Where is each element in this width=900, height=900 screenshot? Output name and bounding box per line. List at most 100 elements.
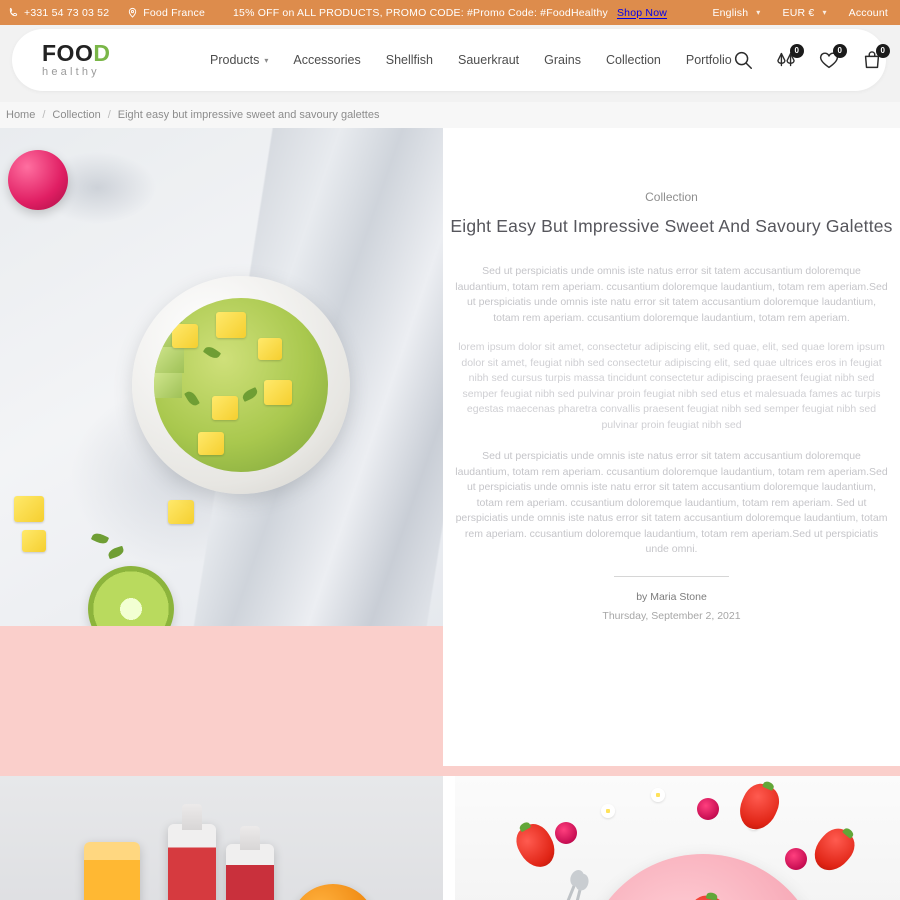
- cilantro-leaf-shape: [184, 389, 200, 408]
- pineapple-cube-shape: [172, 324, 198, 348]
- topbar-settings-group: English ▾ EUR € ▾ Account: [712, 7, 900, 19]
- nav-item-collection[interactable]: Collection: [606, 53, 661, 67]
- cilantro-leaf-shape: [90, 531, 110, 546]
- daisy-shape: [601, 804, 615, 818]
- nav-label: Products: [210, 53, 260, 67]
- daisy-shape: [651, 788, 665, 802]
- language-selector[interactable]: English ▾: [712, 7, 760, 19]
- chrysanthemum-shape: [697, 798, 719, 820]
- article-paragraph-3: Sed ut perspiciatis unde omnis iste natu…: [455, 450, 888, 555]
- topbar-location[interactable]: Food France: [127, 7, 205, 19]
- breadcrumb-item-collection[interactable]: Collection: [52, 109, 100, 121]
- site-header: FOOD healthy Products ▾ Accessories Shel…: [0, 25, 900, 102]
- nav-item-grains[interactable]: Grains: [544, 53, 581, 67]
- chevron-down-icon: ▾: [822, 8, 827, 17]
- shop-now-link[interactable]: Shop Now: [617, 7, 667, 19]
- gallery-image-smoothie[interactable]: [455, 776, 900, 900]
- gallery-image-juices[interactable]: [0, 776, 443, 900]
- chevron-down-icon: ▾: [756, 8, 761, 17]
- hero-image-canvas: [0, 128, 443, 626]
- salad-contents-shape: [154, 298, 328, 472]
- pineapple-cube-shape: [22, 530, 46, 552]
- cilantro-leaf-shape: [240, 387, 260, 402]
- top-utility-bar: +331 54 73 03 52 Food France 15% OFF on …: [0, 0, 900, 25]
- hero-row: Collection Eight Easy But Impressive Swe…: [0, 128, 900, 626]
- logo-text-accent: D: [93, 40, 111, 66]
- strawberry-shape: [733, 778, 785, 836]
- nav-label: Collection: [605, 53, 661, 67]
- chrysanthemum-shape: [785, 848, 807, 870]
- cilantro-leaf-shape: [202, 344, 222, 361]
- orange-fruit-shape: [290, 884, 376, 900]
- currency-selector[interactable]: EUR € ▾: [783, 7, 827, 19]
- juice-bottle-shape: [226, 844, 274, 900]
- lime-half-shape: [88, 566, 174, 626]
- currency-label: EUR €: [782, 6, 815, 19]
- avocado-cube-shape: [154, 373, 182, 398]
- breadcrumb-item-home[interactable]: Home: [6, 109, 35, 121]
- topbar-phone-number: +331 54 73 03 52: [24, 6, 110, 19]
- article-text-panel: Collection Eight Easy But Impressive Swe…: [443, 128, 900, 626]
- marble-bowl-shape: [132, 276, 350, 494]
- cart-count-badge: 0: [875, 44, 890, 58]
- phone-icon: [8, 7, 19, 18]
- hero-image[interactable]: [0, 128, 443, 626]
- pineapple-cube-shape: [212, 396, 238, 420]
- pineapple-cube-shape: [168, 500, 194, 524]
- logo-text-main: FOO: [42, 40, 94, 66]
- location-pin-icon: [127, 7, 138, 18]
- article-date: Thursday, September 2, 2021: [602, 609, 741, 622]
- article-author: by Maria Stone: [636, 590, 707, 603]
- article-paragraph-1: Sed ut perspiciatis unde omnis iste natu…: [455, 265, 888, 324]
- compare-button[interactable]: 0: [775, 44, 804, 71]
- wishlist-button[interactable]: 0: [818, 44, 847, 71]
- nav-item-shellfish[interactable]: Shellfish: [386, 53, 433, 67]
- avocado-cube-shape: [154, 298, 182, 323]
- header-inner-pill: FOOD healthy Products ▾ Accessories Shel…: [12, 29, 890, 91]
- site-logo[interactable]: FOOD healthy: [42, 42, 192, 78]
- nav-item-portfolio[interactable]: Portfolio: [686, 53, 732, 67]
- topbar-contact-group: +331 54 73 03 52 Food France: [0, 7, 205, 19]
- pineapple-cube-shape: [14, 496, 44, 522]
- pineapple-cube-shape: [264, 380, 292, 405]
- main-navigation: Products ▾ Accessories Shellfish Sauerkr…: [210, 53, 732, 67]
- topbar-promo-text: 15% OFF on ALL PRODUCTS, PROMO CODE: #Pr…: [232, 6, 608, 19]
- nav-label: Grains: [544, 53, 581, 67]
- pineapple-cube-shape: [258, 338, 282, 360]
- topbar-phone[interactable]: +331 54 73 03 52: [8, 7, 109, 19]
- pineapple-cube-shape: [198, 432, 224, 455]
- strawberry-shape: [806, 822, 862, 878]
- radish-shape: [8, 150, 68, 210]
- nav-label: Portfolio: [685, 53, 732, 67]
- bottle-neck-shape: [240, 826, 260, 850]
- page-title: Eight Easy But Impressive Sweet And Savo…: [450, 216, 893, 236]
- article-kicker: Collection: [645, 190, 698, 204]
- bottle-neck-shape: [182, 804, 202, 830]
- juice-image-canvas: [0, 776, 443, 900]
- search-button[interactable]: [732, 49, 754, 71]
- juice-pitcher-shape: [84, 842, 140, 900]
- accent-band-white-cutout: [443, 626, 900, 766]
- nav-label: Shellfish: [385, 53, 433, 67]
- logo-wordmark: FOOD: [42, 42, 192, 65]
- cilantro-leaf-shape: [107, 545, 125, 560]
- juice-bottle-shape: [168, 824, 216, 900]
- account-link[interactable]: Account: [849, 7, 888, 19]
- language-label: English: [712, 6, 749, 19]
- spoon-shape: [541, 878, 579, 900]
- chevron-down-icon: ▾: [264, 55, 269, 65]
- account-label: Account: [848, 6, 888, 19]
- breadcrumb: Home / Collection / Eight easy but impre…: [0, 102, 900, 128]
- nav-label: Accessories: [293, 53, 361, 67]
- pineapple-cube-shape: [216, 312, 246, 338]
- cart-button[interactable]: 0: [861, 44, 890, 71]
- nav-item-products[interactable]: Products ▾: [210, 53, 268, 67]
- topbar-location-label: Food France: [143, 6, 205, 19]
- smoothie-image-canvas: [455, 776, 900, 900]
- nav-item-sauerkraut[interactable]: Sauerkraut: [458, 53, 519, 67]
- nav-item-accessories[interactable]: Accessories: [293, 53, 360, 67]
- article-paragraph-2: lorem ipsum dolor sit amet, consectetur …: [458, 341, 885, 431]
- strawberry-shape: [510, 818, 562, 874]
- chrysanthemum-shape: [555, 822, 577, 844]
- avocado-cube-shape: [154, 347, 184, 373]
